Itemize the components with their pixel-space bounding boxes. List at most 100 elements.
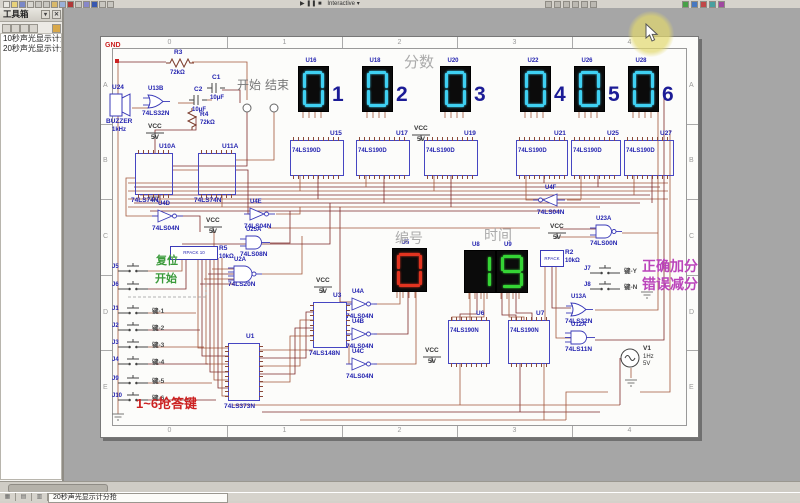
close-icon[interactable]: ✕ <box>52 10 61 19</box>
gate-U4C[interactable] <box>346 356 380 374</box>
gate-name: U4D <box>158 201 170 207</box>
chip-U10A[interactable] <box>135 153 173 195</box>
display-U5[interactable] <box>392 248 427 292</box>
display-name: U22 <box>528 58 539 64</box>
source-name: V1 <box>643 346 651 353</box>
run-icon[interactable]: ▶ <box>300 1 305 7</box>
gate-U25A[interactable] <box>240 234 274 252</box>
back-icon[interactable] <box>2 24 11 33</box>
zoom-icon[interactable] <box>75 1 82 8</box>
chip-U11A[interactable] <box>198 153 236 195</box>
run-green-icon[interactable] <box>682 1 689 8</box>
segment-d <box>369 104 386 107</box>
analysis-icon[interactable] <box>709 1 716 8</box>
gate-U12A[interactable] <box>565 329 599 347</box>
display-U22[interactable] <box>520 66 551 112</box>
new-folder-icon[interactable] <box>20 24 29 33</box>
document-tab[interactable]: 20秒声光显示计分抢 <box>48 493 228 503</box>
chevron-down-icon[interactable]: ▾ <box>357 1 360 7</box>
vcc-label: VCC <box>206 218 220 225</box>
stop-red-icon[interactable] <box>700 1 707 8</box>
switch-J4[interactable] <box>112 354 166 368</box>
station-number: 6 <box>662 84 674 105</box>
cut-icon[interactable] <box>35 1 42 8</box>
gate-part: 74LS11N <box>565 347 592 354</box>
help-icon[interactable] <box>718 1 725 8</box>
scope-icon[interactable] <box>563 1 570 8</box>
switch-J8[interactable] <box>584 279 638 293</box>
undo-icon[interactable] <box>59 1 66 8</box>
capacitor-name: C1 <box>212 75 220 82</box>
interactive-dropdown[interactable]: Interactive <box>327 1 355 7</box>
gate-part: 74LS32N <box>142 111 169 118</box>
up-icon[interactable] <box>11 24 20 33</box>
settings-icon[interactable] <box>590 1 597 8</box>
chip-U21[interactable] <box>516 140 568 176</box>
gate-U2A[interactable] <box>228 264 262 282</box>
switch-J9[interactable] <box>112 373 166 387</box>
paste-icon[interactable] <box>51 1 58 8</box>
gate-U4B[interactable] <box>346 326 380 344</box>
component-icon[interactable] <box>91 1 98 8</box>
segment-b <box>463 73 466 88</box>
gate-U4D[interactable] <box>152 208 186 226</box>
pause-blue-icon[interactable] <box>691 1 698 8</box>
rpack-value: 10kΩ <box>565 258 580 264</box>
new-icon[interactable] <box>3 1 10 8</box>
chip-U25[interactable] <box>571 140 621 176</box>
chip-U1[interactable] <box>228 343 260 401</box>
gate-U4A[interactable] <box>346 296 380 314</box>
copy-icon[interactable] <box>43 1 50 8</box>
gate-U4E[interactable] <box>244 206 278 224</box>
print-icon[interactable] <box>27 1 34 8</box>
list-icon[interactable] <box>29 24 38 33</box>
resistor-pack[interactable]: RPACK <box>540 250 564 267</box>
stop-icon[interactable]: ■ <box>318 1 322 7</box>
display-U8[interactable] <box>464 250 496 293</box>
simulation-controls[interactable]: ▶ ❚❚ ■ Interactive ▾ <box>300 0 360 8</box>
display-U28[interactable] <box>628 66 659 112</box>
segment-d <box>635 104 652 107</box>
grid-icon[interactable] <box>83 1 90 8</box>
refresh-icon[interactable] <box>52 24 61 33</box>
gate-U23A[interactable] <box>590 223 624 241</box>
display-U20[interactable] <box>440 66 471 112</box>
chip-U15[interactable] <box>290 140 344 176</box>
switch-J1[interactable] <box>112 303 166 317</box>
chip-U6[interactable] <box>448 320 490 364</box>
switch-J7[interactable] <box>584 263 638 277</box>
vcc-label: VCC <box>148 124 162 131</box>
gate-U13B[interactable] <box>142 93 176 111</box>
meter-icon[interactable] <box>554 1 561 8</box>
display-U9[interactable] <box>496 250 528 293</box>
wire-icon[interactable] <box>99 1 106 8</box>
project-item[interactable]: 20秒声光显示计分抢 <box>1 44 61 54</box>
pause-icon[interactable]: ❚❚ <box>306 1 316 7</box>
chip-U27[interactable] <box>624 140 674 176</box>
chip-U7[interactable] <box>508 320 550 364</box>
probe-icon[interactable] <box>545 1 552 8</box>
chip-U17[interactable] <box>356 140 410 176</box>
display-U18[interactable] <box>362 66 393 112</box>
chip-U19[interactable] <box>424 140 478 176</box>
chip-U3[interactable] <box>313 302 347 348</box>
report-icon[interactable] <box>581 1 588 8</box>
vcc-value: 5V <box>553 235 561 242</box>
ruler-row-label: C <box>689 233 694 240</box>
switch-J3[interactable] <box>112 337 166 351</box>
vcc-value: 5V <box>209 229 217 236</box>
text-icon[interactable] <box>107 1 114 8</box>
display-U26[interactable] <box>574 66 605 112</box>
project-item[interactable]: 10秒声光显示计分抢 <box>1 34 61 44</box>
save-icon[interactable] <box>19 1 26 8</box>
segment-a <box>305 71 322 74</box>
redo-icon[interactable] <box>67 1 74 8</box>
display-U16[interactable] <box>298 66 329 112</box>
gate-U13A[interactable] <box>565 301 599 319</box>
segment-c <box>463 90 466 105</box>
open-icon[interactable] <box>11 1 18 8</box>
gate-U4F[interactable] <box>537 192 571 210</box>
minimize-icon[interactable]: ▾ <box>41 10 50 19</box>
plot-icon[interactable] <box>572 1 579 8</box>
switch-J2[interactable] <box>112 320 166 334</box>
